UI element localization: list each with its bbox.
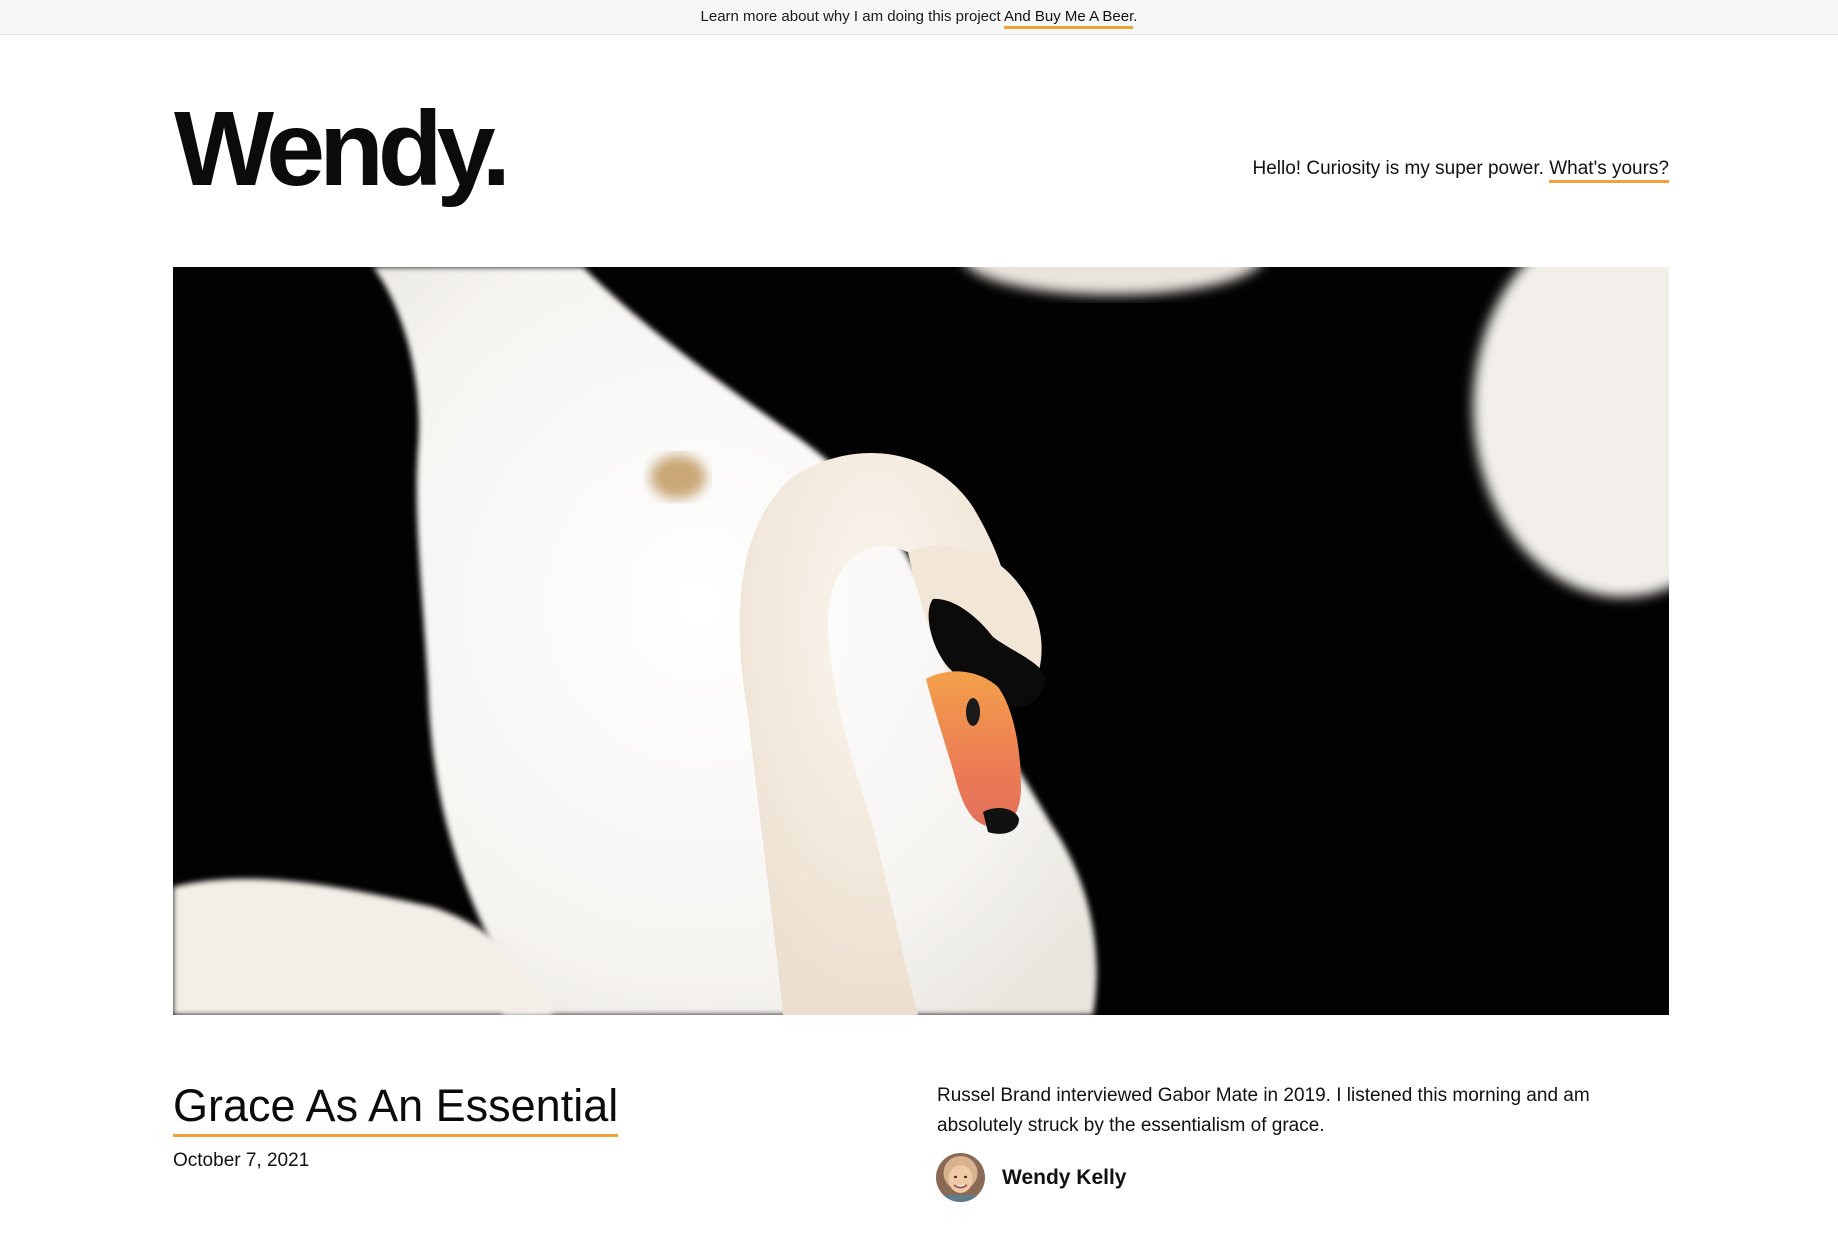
author-avatar-icon <box>936 1153 985 1202</box>
top-notice-bar: Learn more about why I am doing this pro… <box>0 0 1838 35</box>
author-name[interactable]: Wendy Kelly <box>1002 1166 1126 1190</box>
post-title-link[interactable]: Grace As An Essential <box>173 1080 619 1137</box>
site-logo[interactable]: Wendy. <box>174 96 511 202</box>
notice-suffix: . <box>1133 8 1138 25</box>
post-date: October 7, 2021 <box>173 1150 310 1171</box>
hero-image[interactable] <box>173 267 1669 1015</box>
post-title: Grace As An Essential <box>173 1080 619 1137</box>
notice-text: Learn more about why I am doing this pro… <box>700 8 1005 25</box>
tagline-text: Hello! Curiosity is my super power. <box>1252 158 1550 179</box>
buy-me-a-beer-link[interactable]: And Buy Me A Beer <box>1004 8 1134 29</box>
post-excerpt: Russel Brand interviewed Gabor Mate in 2… <box>937 1085 1590 1136</box>
post-author[interactable]: Wendy Kelly <box>936 1153 1126 1202</box>
header-tagline: Hello! Curiosity is my super power. What… <box>1252 157 1669 183</box>
author-avatar[interactable] <box>936 1153 985 1202</box>
whats-yours-link[interactable]: What's yours? <box>1549 158 1669 183</box>
swan-image <box>173 267 1669 1015</box>
